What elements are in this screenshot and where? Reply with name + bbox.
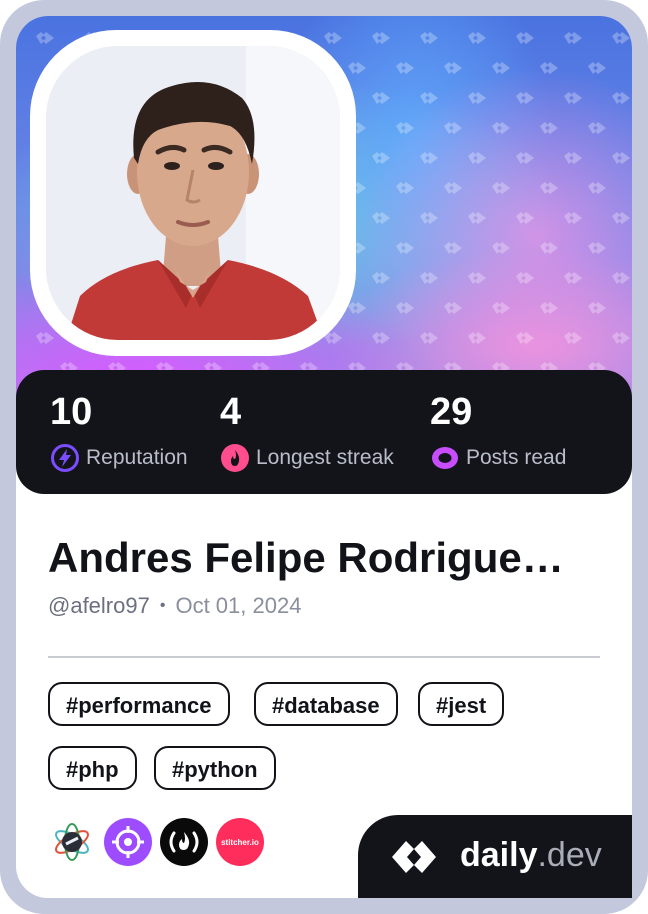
pattern-logo-mark (564, 32, 582, 44)
pattern-logo-mark (492, 302, 510, 314)
pattern-logo-mark (540, 62, 558, 74)
tag-chip[interactable]: #python (154, 746, 276, 790)
pattern-logo-mark (516, 332, 534, 344)
pattern-logo-mark (612, 332, 630, 344)
pattern-logo-mark (468, 272, 486, 284)
pattern-logo-mark (492, 62, 510, 74)
pattern-logo-mark (468, 332, 486, 344)
profile-handle: @afelro97 (48, 593, 150, 618)
brand-tld: .dev (537, 836, 602, 874)
pattern-logo-mark (420, 92, 438, 104)
pattern-logo-mark (564, 152, 582, 164)
stat-value: 10 (50, 391, 93, 433)
pattern-logo-mark (396, 122, 414, 134)
daily-dev-logo-icon (390, 837, 452, 882)
pattern-logo-mark (420, 32, 438, 44)
pattern-logo-mark (612, 272, 630, 284)
stats-bar: 10 Reputation 4 Longest streak 29 Posts … (16, 370, 632, 494)
pattern-logo-mark (372, 92, 390, 104)
eye-icon (430, 443, 460, 473)
pattern-logo-mark (564, 332, 582, 344)
pattern-logo-mark (492, 122, 510, 134)
pattern-logo-mark (492, 242, 510, 254)
atom-source-icon[interactable] (48, 818, 96, 866)
pattern-logo-mark (516, 152, 534, 164)
pattern-logo-mark (420, 152, 438, 164)
tag-chip[interactable]: #performance (48, 682, 230, 726)
pattern-logo-mark (516, 92, 534, 104)
pattern-logo-mark (492, 182, 510, 194)
pattern-logo-mark (396, 302, 414, 314)
stat-value: 4 (220, 391, 242, 433)
pattern-logo-mark (588, 122, 606, 134)
brand-name: daily (460, 836, 538, 874)
join-date: Oct 01, 2024 (175, 593, 302, 618)
pattern-logo-mark (516, 32, 534, 44)
pattern-logo-mark (540, 122, 558, 134)
pattern-logo-mark (420, 332, 438, 344)
pattern-logo-mark (396, 242, 414, 254)
pattern-logo-mark (36, 332, 54, 344)
pattern-logo-mark (612, 92, 630, 104)
pattern-logo-mark (612, 32, 630, 44)
pattern-logo-mark (348, 302, 366, 314)
pattern-logo-mark (372, 212, 390, 224)
pattern-logo-mark (588, 242, 606, 254)
pattern-logo-mark (564, 212, 582, 224)
pattern-logo-mark (516, 212, 534, 224)
pattern-logo-mark (468, 92, 486, 104)
pattern-logo-mark (36, 32, 54, 44)
pattern-logo-mark (468, 212, 486, 224)
lightning-icon (50, 443, 80, 473)
target-source-icon[interactable] (104, 818, 152, 866)
stitcher-source-icon[interactable]: stitcher.io (216, 818, 264, 866)
pattern-logo-mark (396, 62, 414, 74)
pattern-logo-mark (612, 212, 630, 224)
pattern-logo-mark (324, 32, 342, 44)
pattern-logo-mark (372, 32, 390, 44)
pattern-logo-mark (444, 242, 462, 254)
pattern-logo-mark (444, 122, 462, 134)
fcc-source-icon[interactable] (160, 818, 208, 866)
flame-icon (220, 443, 250, 473)
brand-footer: daily.dev (358, 815, 632, 898)
pattern-logo-mark (396, 182, 414, 194)
pattern-logo-mark (444, 62, 462, 74)
pattern-logo-mark (348, 62, 366, 74)
pattern-logo-mark (420, 272, 438, 284)
divider (48, 656, 600, 658)
pattern-logo-mark (540, 242, 558, 254)
pattern-logo-mark (564, 272, 582, 284)
svg-text:stitcher.io: stitcher.io (221, 838, 259, 847)
pattern-logo-mark (468, 32, 486, 44)
pattern-logo-mark (372, 272, 390, 284)
stat-value: 29 (430, 391, 473, 433)
tag-chip[interactable]: #php (48, 746, 137, 790)
pattern-logo-mark (444, 302, 462, 314)
separator-dot: • (159, 597, 166, 614)
stat-label: Reputation (86, 446, 188, 469)
pattern-logo-mark (444, 182, 462, 194)
avatar (46, 46, 340, 340)
pattern-logo-mark (564, 92, 582, 104)
pattern-logo-mark (372, 152, 390, 164)
pattern-logo-mark (540, 302, 558, 314)
stat-label: Posts read (466, 446, 567, 469)
tag-chip[interactable]: #database (254, 682, 398, 726)
tag-chip[interactable]: #jest (418, 682, 505, 726)
pattern-logo-mark (468, 152, 486, 164)
pattern-logo-mark (588, 62, 606, 74)
profile-name: Andres Felipe Rodrigue… (48, 534, 564, 581)
stat-label: Longest streak (256, 446, 394, 469)
pattern-logo-mark (588, 182, 606, 194)
pattern-logo-mark (420, 212, 438, 224)
pattern-logo-mark (540, 182, 558, 194)
pattern-logo-mark (372, 332, 390, 344)
pattern-logo-mark (516, 272, 534, 284)
pattern-logo-mark (588, 302, 606, 314)
pattern-logo-mark (612, 152, 630, 164)
avatar-frame (30, 30, 356, 356)
